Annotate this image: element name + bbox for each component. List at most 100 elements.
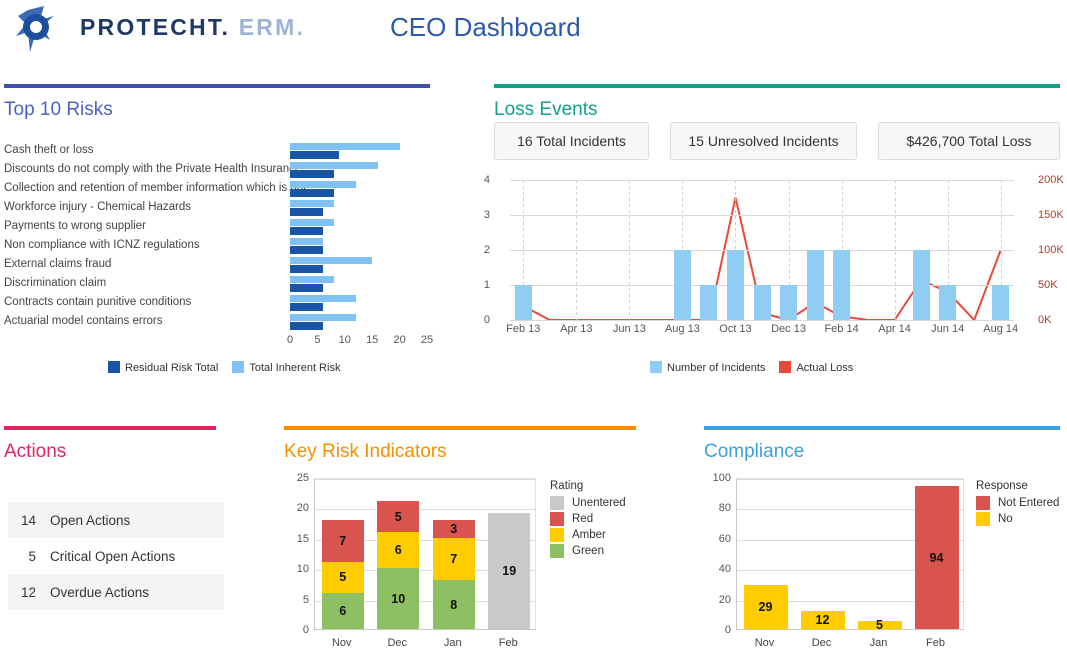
bar-segment-amber[interactable]: 7 — [432, 537, 475, 581]
legend-item[interactable]: Number of Incidents — [650, 361, 766, 374]
risk-x-axis: 0 5 10 15 20 25 — [287, 334, 433, 350]
risk-axis-tick: 10 — [338, 334, 351, 346]
risk-row[interactable]: Discrimination claim — [4, 275, 430, 294]
chart-column[interactable]: 12 — [800, 477, 845, 629]
risk-axis-tick: 15 — [366, 334, 379, 346]
bar-segment-no[interactable]: 29 — [743, 584, 788, 629]
risk-row[interactable]: Actuarial model contains errors — [4, 313, 430, 332]
action-count: 14 — [20, 512, 36, 528]
bar-segment-red[interactable]: 3 — [432, 519, 475, 538]
legend-swatch — [550, 528, 564, 542]
risk-row[interactable]: Non compliance with ICNZ regulations — [4, 237, 430, 256]
legend-item[interactable]: Unentered — [550, 496, 626, 510]
legend-item[interactable]: Amber — [550, 528, 626, 542]
action-row[interactable]: 14 Open Actions — [8, 502, 224, 538]
bar-total-inherent-risk[interactable] — [290, 219, 334, 226]
kpi-total-incidents[interactable]: 16 Total Incidents — [494, 122, 649, 160]
bar-total-inherent-risk[interactable] — [290, 200, 334, 207]
chart-column[interactable]: 10 6 5 — [377, 477, 420, 629]
bar-residual-risk-total[interactable] — [290, 151, 340, 159]
chart-column[interactable]: 5 — [857, 477, 902, 632]
legend-item[interactable]: Not Entered — [976, 496, 1059, 510]
bar-total-inherent-risk[interactable] — [290, 181, 356, 188]
panel-title-kri: Key Risk Indicators — [284, 441, 447, 462]
loss-incident-bar[interactable] — [992, 285, 1010, 320]
kpi-total-loss[interactable]: $426,700 Total Loss — [878, 122, 1060, 160]
loss-x-axis-tick: Feb 13 — [506, 323, 541, 335]
compliance-chart: 29 12 5 94 0 20 40 60 80 100 Nov Dec Jan Feb Response N… — [704, 472, 1060, 653]
legend-label: Actual Loss — [796, 362, 854, 374]
chart-column[interactable]: 657 — [321, 477, 364, 629]
bar-residual-risk-total[interactable] — [290, 265, 323, 273]
bar-total-inherent-risk[interactable] — [290, 295, 356, 302]
bar-total-inherent-risk[interactable] — [290, 143, 400, 150]
legend-label: Number of Incidents — [667, 362, 766, 374]
loss-gridline — [510, 250, 1014, 251]
bar-residual-risk-total[interactable] — [290, 303, 323, 311]
loss-incident-bar[interactable] — [514, 285, 532, 320]
loss-incident-bar[interactable] — [673, 250, 691, 320]
bar-total-inherent-risk[interactable] — [290, 257, 373, 264]
legend-label: Unentered — [572, 497, 626, 509]
action-row[interactable]: 12 Overdue Actions — [8, 574, 224, 610]
chart-column[interactable]: 29 — [743, 477, 788, 629]
bar-segment-not-entered[interactable]: 94 — [914, 486, 959, 629]
bar-segment-amber[interactable]: 6 — [377, 531, 420, 569]
loss-incident-bar[interactable] — [833, 250, 851, 320]
bar-segment-green[interactable]: 8 — [432, 580, 475, 629]
bar-residual-risk-total[interactable] — [290, 170, 334, 178]
legend-swatch — [550, 496, 564, 510]
bar-segment-unentered[interactable]: 19 — [488, 513, 531, 629]
risk-row[interactable]: Discounts do not comply with the Private… — [4, 161, 430, 180]
chart-column[interactable]: 94 — [914, 477, 959, 629]
bar-residual-risk-total[interactable] — [290, 284, 323, 292]
bar-segment-amber[interactable]: 5 — [321, 562, 364, 593]
risk-row[interactable]: External claims fraud — [4, 256, 430, 275]
action-count: 12 — [20, 584, 36, 600]
risk-bar-pair — [290, 162, 430, 179]
kpi-unresolved-incidents[interactable]: 15 Unresolved Incidents — [670, 122, 857, 160]
legend-item[interactable]: Green — [550, 544, 626, 558]
legend-item[interactable]: Total Inherent Risk — [232, 361, 340, 374]
bar-segment-green[interactable]: 6 — [321, 592, 364, 629]
bar-total-inherent-risk[interactable] — [290, 162, 378, 169]
legend-item[interactable]: No — [976, 512, 1059, 526]
bar-segment-no[interactable]: 5 — [857, 618, 902, 632]
risk-row[interactable]: Cash theft or loss — [4, 142, 430, 161]
chart-column[interactable]: 19 — [488, 477, 531, 629]
legend-item[interactable]: Red — [550, 512, 626, 526]
bar-residual-risk-total[interactable] — [290, 208, 323, 216]
loss-incident-bar[interactable] — [806, 250, 824, 320]
loss-incident-bar[interactable] — [726, 250, 744, 320]
bar-total-inherent-risk[interactable] — [290, 314, 356, 321]
bar-segment-red[interactable]: 5 — [377, 501, 420, 532]
risk-row[interactable]: Payments to wrong supplier — [4, 218, 430, 237]
legend-item[interactable]: Residual Risk Total — [108, 361, 218, 374]
bar-residual-risk-total[interactable] — [290, 246, 323, 254]
bar-total-inherent-risk[interactable] — [290, 276, 334, 283]
bar-residual-risk-total[interactable] — [290, 322, 323, 330]
risk-row[interactable]: Workforce injury - Chemical Hazards — [4, 199, 430, 218]
loss-incident-bar[interactable] — [700, 285, 718, 320]
bar-segment-red[interactable]: 7 — [321, 519, 364, 563]
loss-incident-bar[interactable] — [753, 285, 771, 320]
legend-swatch — [550, 544, 564, 558]
bar-segment-no[interactable]: 12 — [800, 610, 845, 629]
panel-title-risks: Top 10 Risks — [4, 99, 113, 120]
bar-segment-green[interactable]: 10 — [377, 568, 420, 629]
bar-total-inherent-risk[interactable] — [290, 238, 323, 245]
action-row[interactable]: 5 Critical Open Actions — [8, 538, 224, 574]
brand-secondary: ERM. — [238, 14, 306, 40]
chart-legend: Rating Unentered Red Amber Green — [550, 480, 626, 560]
bar-residual-risk-total[interactable] — [290, 227, 323, 235]
risk-row[interactable]: Contracts contain punitive conditions — [4, 294, 430, 313]
loss-incident-bar[interactable] — [939, 285, 957, 320]
legend-item[interactable]: Actual Loss — [779, 361, 854, 374]
bar-residual-risk-total[interactable] — [290, 189, 334, 197]
loss-incident-bar[interactable] — [912, 250, 930, 320]
plot-area: 29 12 5 94 — [736, 477, 964, 632]
legend-title: Response — [976, 480, 1028, 492]
chart-column[interactable]: 873 — [432, 477, 475, 629]
loss-incident-bar[interactable] — [780, 285, 798, 320]
risk-row[interactable]: Collection and retention of member infor… — [4, 180, 430, 199]
